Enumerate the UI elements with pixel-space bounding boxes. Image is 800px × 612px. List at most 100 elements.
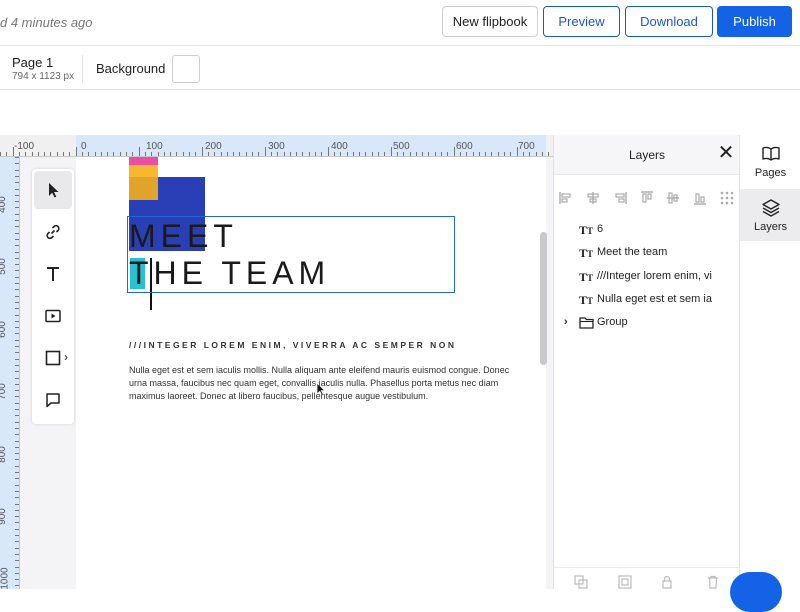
ruler-tick	[15, 220, 19, 221]
side-rail: Pages Layers	[739, 135, 800, 589]
distribute-icon[interactable]	[719, 190, 735, 206]
layer-item[interactable]: TT Meet the team	[554, 242, 740, 264]
ruler-tick	[15, 553, 19, 555]
ruler-label: 0	[81, 141, 87, 152]
spacer	[0, 91, 800, 135]
pointer-icon	[49, 183, 59, 198]
ruler-tick	[15, 352, 19, 354]
text-tool[interactable]	[34, 255, 72, 293]
ruler-tick	[15, 446, 19, 448]
pink-rectangle[interactable]	[129, 157, 158, 165]
ruler-tick	[201, 147, 203, 156]
tool-palette: ›	[32, 169, 74, 424]
background-color-swatch[interactable]	[172, 55, 200, 83]
vertical-ruler[interactable]: 400 500 600 700 800 900 1000	[0, 157, 20, 589]
group-icon[interactable]	[618, 575, 632, 589]
chat-button[interactable]	[730, 572, 782, 612]
ruler-tick	[15, 238, 19, 240]
editor-workarea: -100 0 100 200 300 400 500 600 700 400 500 600 700 8…	[0, 135, 553, 589]
new-flipbook-button[interactable]: New flipbook	[442, 6, 538, 37]
layer-item[interactable]: TT Nulla eget est et sem iac	[554, 289, 740, 311]
ruler-tick	[50, 152, 52, 156]
link-icon	[46, 224, 60, 240]
horizontal-ruler[interactable]: -100 0 100 200 300 400 500 600 700	[0, 135, 553, 157]
align-toolbar	[554, 185, 740, 213]
ruler-tick	[15, 516, 19, 518]
ruler-tick	[15, 276, 19, 278]
ruler-tick	[15, 327, 19, 329]
ruler-tick	[15, 308, 19, 310]
text-layer-icon: TT	[579, 246, 594, 260]
layers-tab[interactable]: Layers	[740, 189, 800, 241]
align-left-icon[interactable]	[558, 190, 574, 206]
yellow-rectangle[interactable]	[129, 165, 158, 177]
ruler-label: 700	[0, 383, 8, 400]
align-right-icon[interactable]	[612, 190, 628, 206]
ruler-tick	[15, 585, 19, 587]
ruler-tick	[15, 472, 19, 473]
shape-tool[interactable]: ›	[34, 339, 72, 377]
body-text[interactable]: Nulla eget est et sem iaculis mollis. Nu…	[129, 364, 514, 403]
canvas-scrollbar[interactable]	[540, 232, 547, 365]
ruler-tick	[15, 415, 19, 417]
ruler-tick	[327, 147, 329, 156]
chevron-right-icon[interactable]: ›	[564, 316, 568, 328]
align-middle-icon[interactable]	[665, 190, 681, 206]
close-icon[interactable]: ✕	[716, 143, 736, 164]
layer-group[interactable]: › Group	[554, 312, 740, 334]
preview-button[interactable]: Preview	[543, 6, 620, 37]
ruler-tick	[37, 152, 39, 156]
ruler-tick	[15, 283, 19, 284]
trash-icon[interactable]	[706, 575, 720, 589]
ruler-tick	[15, 301, 19, 303]
ruler-tick	[548, 152, 550, 156]
ruler-tick	[15, 270, 19, 272]
ruler-tick	[15, 490, 19, 492]
divider	[82, 55, 83, 83]
ruler-tick	[69, 152, 71, 156]
ruler-tick	[44, 152, 46, 156]
chevron-right-icon[interactable]: ›	[64, 350, 68, 364]
saved-status: d 4 minutes ago	[0, 15, 93, 30]
align-bottom-icon[interactable]	[692, 190, 708, 206]
ruler-tick	[15, 320, 19, 322]
layers-title: Layers	[628, 148, 666, 162]
select-tool[interactable]	[34, 171, 72, 209]
ruler-label: 800	[0, 446, 8, 463]
comment-tool[interactable]	[34, 381, 72, 419]
ruler-label: 900	[0, 508, 8, 525]
ruler-tick	[15, 478, 19, 480]
ruler-tick	[15, 295, 19, 297]
square-icon	[45, 350, 61, 366]
layers-footer	[554, 567, 740, 589]
layer-item[interactable]: TT 6	[554, 219, 740, 241]
lock-icon[interactable]	[660, 575, 674, 589]
video-tool[interactable]	[34, 297, 72, 335]
ruler-tick	[138, 147, 140, 156]
publish-button[interactable]: Publish	[717, 6, 792, 37]
ruler-tick	[15, 182, 19, 184]
ruler-tick	[15, 453, 19, 455]
ruler-label: 500	[393, 141, 410, 152]
heading-text[interactable]: MEET THE TEAM	[129, 218, 330, 292]
ruler-tick	[15, 459, 19, 461]
link-tool[interactable]	[34, 213, 72, 251]
duplicate-icon[interactable]	[574, 575, 588, 589]
text-layer-icon: TT	[579, 293, 594, 307]
layer-item[interactable]: TT ///Integer lorem enim, vi	[554, 266, 740, 288]
ruler-label: 200	[205, 141, 222, 152]
ruler-tick	[15, 535, 19, 536]
download-button[interactable]: Download	[625, 6, 713, 37]
align-top-icon[interactable]	[639, 190, 655, 206]
ruler-tick	[15, 358, 19, 360]
ruler-tick	[15, 333, 19, 335]
mustard-rectangle[interactable]	[129, 177, 158, 200]
subheading-text[interactable]: ///INTEGER LOREM ENIM, VIVERRA AC SEMPER…	[129, 340, 457, 350]
top-bar: d 4 minutes ago New flipbook Preview Dow…	[0, 0, 800, 46]
ruler-tick	[15, 213, 19, 215]
pages-tab[interactable]: Pages	[740, 135, 800, 187]
ruler-label: -100	[14, 141, 35, 152]
ruler-tick	[15, 339, 19, 341]
ruler-tick	[75, 147, 77, 156]
align-center-icon[interactable]	[585, 190, 601, 206]
